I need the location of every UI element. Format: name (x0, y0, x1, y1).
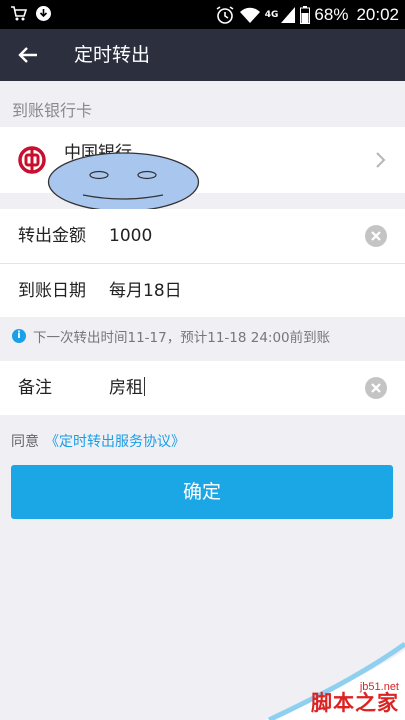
page-title: 定时转出 (74, 44, 151, 66)
redaction-overlay (47, 152, 200, 212)
back-arrow-icon (18, 47, 37, 63)
bank-of-china-logo-icon (18, 146, 46, 174)
back-button[interactable] (10, 37, 46, 73)
info-icon: i (12, 329, 26, 343)
section-title-bank-card: 到账银行卡 (12, 101, 93, 120)
agreement-link[interactable]: 《定时转出服务协议》 (45, 434, 185, 450)
network-type: 4G (264, 9, 279, 20)
amount-label: 转出金额 (18, 226, 86, 246)
date-value: 每月18日 (109, 281, 182, 301)
text-cursor (144, 377, 145, 396)
shopping-cart-icon (11, 6, 27, 21)
status-bar: 4G 68% 20:02 (0, 0, 405, 29)
wifi-icon (239, 7, 260, 23)
info-text: 下一次转出时间11-17，预计11-18 24:00前到账 (33, 330, 331, 346)
signal-icon (281, 6, 296, 23)
battery-icon (300, 5, 311, 24)
note-label: 备注 (18, 378, 52, 398)
app-header: 定时转出 (0, 29, 405, 81)
note-text: 房租 (109, 378, 143, 398)
close-icon (371, 231, 381, 241)
agreement-prefix: 同意 (11, 434, 39, 450)
battery-percent: 68% (314, 4, 349, 24)
next-transfer-info: i 下一次转出时间11-17，预计11-18 24:00前到账 (12, 326, 330, 346)
transfer-form: 转出金额 1000 到账日期 每月18日 (0, 209, 405, 317)
watermark-name: 脚本之家 (311, 691, 399, 715)
note-row: 备注 房租 (0, 361, 405, 415)
agreement-line: 同意 《定时转出服务协议》 (11, 431, 185, 451)
clear-amount-button[interactable] (365, 225, 387, 247)
clear-note-button[interactable] (365, 377, 387, 399)
chevron-right-icon (376, 152, 386, 168)
note-form: 备注 房租 (0, 361, 405, 415)
date-row[interactable]: 到账日期 每月18日 (0, 263, 405, 317)
watermark: jb51.net 脚本之家 (265, 642, 405, 720)
alarm-icon (216, 5, 234, 24)
confirm-button[interactable]: 确定 (11, 465, 393, 519)
download-icon (36, 6, 51, 21)
amount-row: 转出金额 1000 (0, 209, 405, 263)
close-icon (371, 383, 381, 393)
note-input[interactable]: 房租 (109, 361, 145, 415)
date-label: 到账日期 (18, 281, 86, 301)
clock: 20:02 (356, 4, 399, 24)
amount-input[interactable]: 1000 (109, 209, 152, 263)
